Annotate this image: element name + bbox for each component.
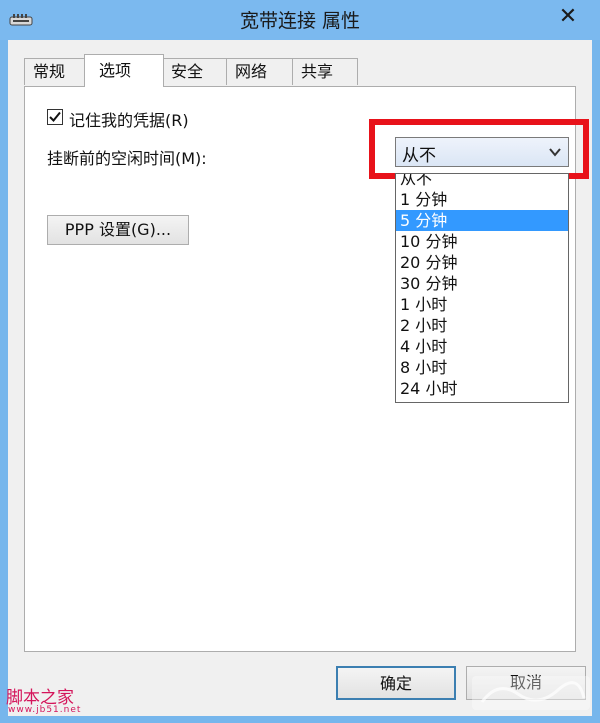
dropdown-option[interactable]: 8 小时 [396, 357, 568, 378]
dropdown-option-highlighted[interactable]: 5 分钟 [396, 210, 568, 231]
checkmark-icon [49, 111, 61, 122]
idle-time-select[interactable]: 从不 [395, 137, 569, 167]
dialog-body: 常规 选项 安全 网络 共享 记住我的凭据(R) 挂断前的空闲时间(M): 从不 [8, 40, 592, 716]
tab-options[interactable]: 选项 [84, 54, 164, 87]
tab-networking[interactable]: 网络 [226, 58, 294, 85]
properties-window: 宽带连接 属性 ✕ 常规 选项 安全 网络 共享 记住我的凭据(R) 挂断前的空… [0, 0, 600, 723]
close-icon[interactable]: ✕ [548, 2, 588, 32]
dropdown-option[interactable]: 10 分钟 [396, 231, 568, 252]
dropdown-option[interactable]: 4 小时 [396, 336, 568, 357]
dropdown-option[interactable]: 24 小时 [396, 378, 568, 399]
dropdown-option[interactable]: 1 小时 [396, 294, 568, 315]
idle-time-label: 挂断前的空闲时间(M): [47, 149, 207, 168]
ok-button[interactable]: 确定 [336, 666, 456, 700]
watermark-url: www.jb51.net [8, 705, 82, 715]
options-panel: 记住我的凭据(R) 挂断前的空闲时间(M): 从不 从不 1 分钟 5 分钟 1… [24, 86, 589, 652]
tab-general[interactable]: 常规 [24, 58, 86, 85]
dropdown-option[interactable]: 20 分钟 [396, 252, 568, 273]
tab-sharing[interactable]: 共享 [292, 58, 358, 85]
dropdown-option[interactable]: 30 分钟 [396, 273, 568, 294]
ppp-settings-button[interactable]: PPP 设置(G)... [47, 215, 189, 245]
remember-credentials-label[interactable]: 记住我的凭据(R) [69, 107, 189, 131]
remember-credentials-checkbox[interactable] [47, 109, 63, 125]
idle-time-dropdown-list: 从不 1 分钟 5 分钟 10 分钟 20 分钟 30 分钟 1 小时 2 小时… [395, 173, 569, 403]
watermark-logo [472, 676, 590, 710]
dropdown-option[interactable]: 2 小时 [396, 315, 568, 336]
tab-security[interactable]: 安全 [162, 58, 228, 85]
dropdown-option[interactable]: 从不 [396, 174, 568, 189]
title-bar[interactable]: 宽带连接 属性 ✕ [0, 0, 600, 40]
window-title: 宽带连接 属性 [239, 10, 361, 32]
dropdown-option[interactable]: 1 分钟 [396, 189, 568, 210]
chevron-down-icon [549, 148, 561, 157]
idle-time-selected-value: 从不 [402, 146, 436, 166]
